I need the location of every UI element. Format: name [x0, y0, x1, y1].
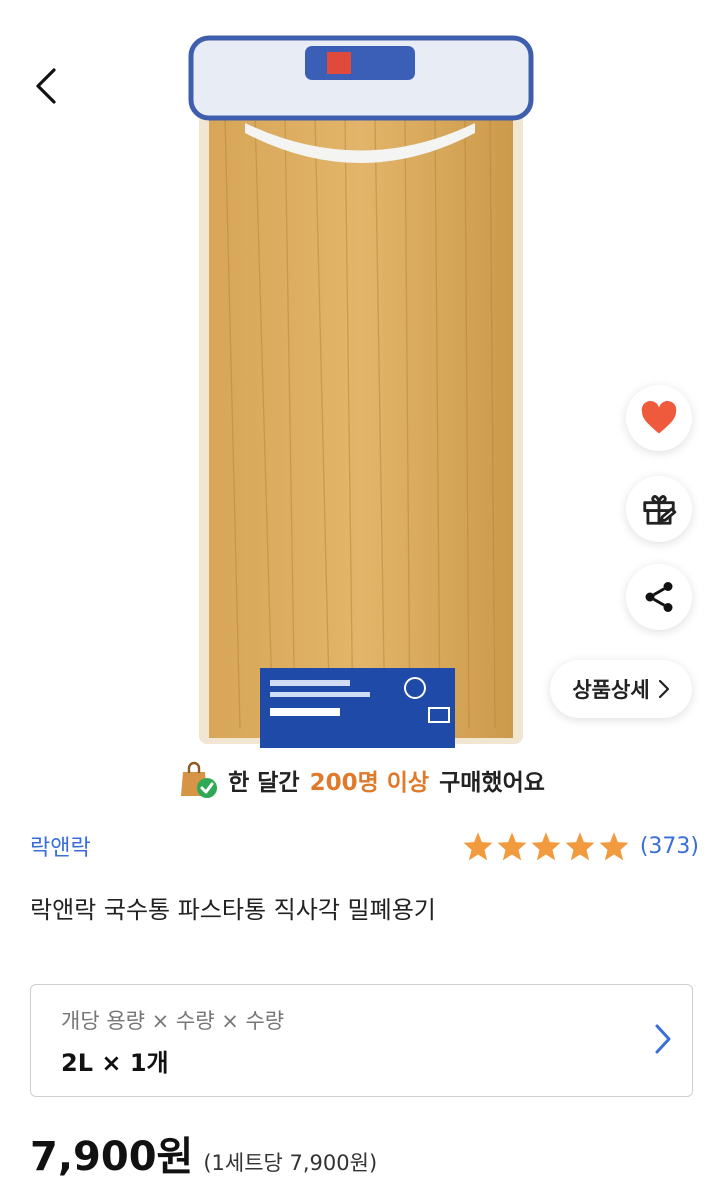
price-row: 7,900원 (1세트당 7,900원): [30, 1124, 377, 1182]
product-title: 락앤락 국수통 파스타통 직사각 밀폐용기: [30, 896, 436, 924]
star-icon: [531, 832, 561, 861]
star-icon: [497, 832, 527, 861]
option-label: 개당 용량 × 수량 × 수량: [61, 1009, 285, 1033]
back-button[interactable]: [22, 58, 70, 114]
purchase-count-banner: 한 달간 200명 이상 구매했어요: [0, 757, 723, 803]
gift-icon: [643, 495, 677, 525]
rating-stars: [462, 831, 630, 861]
product-hero: 상품상세: [0, 0, 723, 760]
product-image: [188, 35, 534, 748]
option-selector[interactable]: 개당 용량 × 수량 × 수량 2L × 1개: [30, 984, 693, 1097]
star-icon: [565, 832, 595, 861]
heart-icon: [641, 401, 677, 434]
unit-price: (1세트당 7,900원): [203, 1151, 378, 1175]
purchase-banner-prefix: 한 달간: [228, 770, 300, 796]
star-icon: [463, 832, 493, 861]
chevron-right-icon: [658, 679, 669, 699]
star-icon: [599, 832, 629, 861]
chevron-right-icon: [655, 1024, 671, 1054]
rating-count: (373): [639, 833, 699, 859]
gift-button[interactable]: [626, 476, 692, 542]
purchase-banner-highlight: 200명 이상: [309, 770, 430, 796]
shopping-bag-check-icon: [181, 761, 218, 798]
product-detail-button[interactable]: 상품상세: [550, 660, 692, 718]
brand-rating-row: 락앤락 (373): [30, 826, 699, 866]
share-button[interactable]: [626, 564, 692, 630]
chevron-left-icon: [36, 68, 56, 104]
product-detail-label: 상품상세: [572, 678, 650, 702]
brand-link[interactable]: 락앤락: [30, 830, 91, 862]
share-icon: [645, 582, 673, 612]
purchase-banner-suffix: 구매했어요: [439, 770, 545, 796]
option-value: 2L × 1개: [61, 1049, 169, 1077]
like-button[interactable]: [626, 385, 692, 451]
rating[interactable]: (373): [462, 831, 699, 861]
price: 7,900원: [30, 1134, 194, 1180]
